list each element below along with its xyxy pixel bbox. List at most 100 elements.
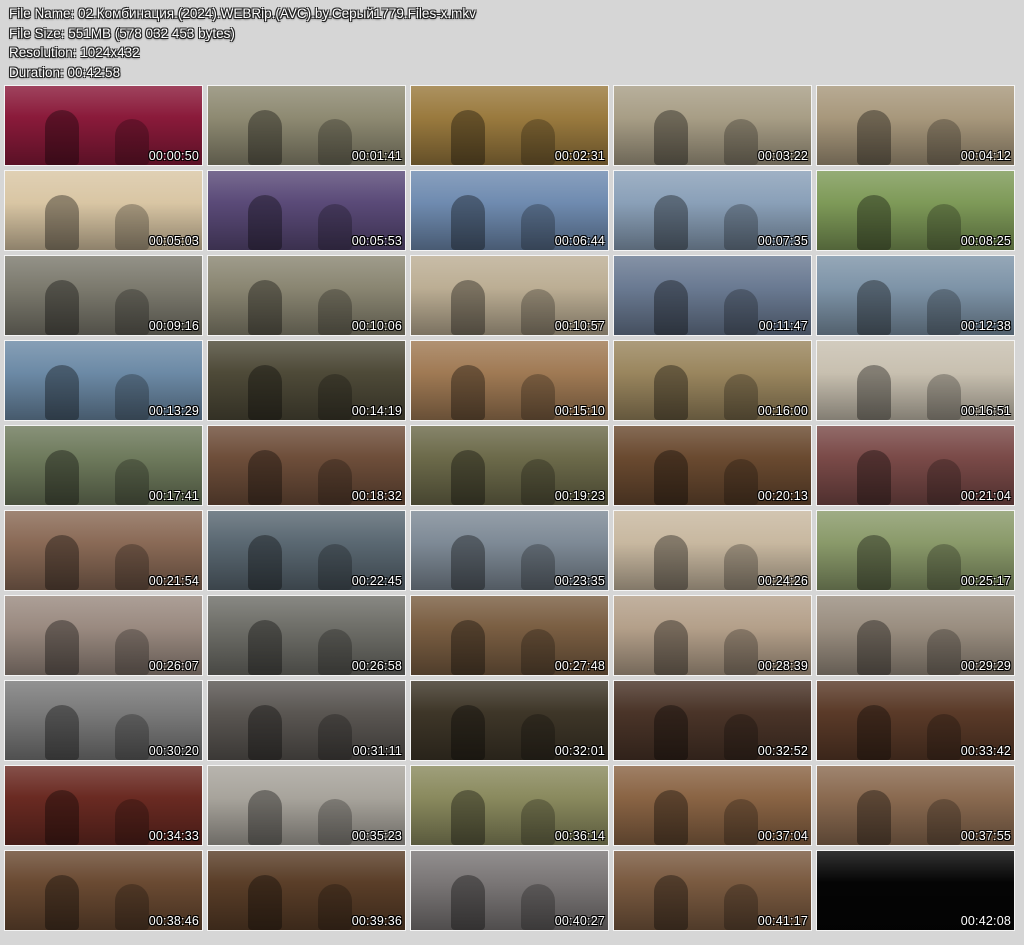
- thumbnail-figure-shape: [654, 705, 688, 760]
- thumbnail-timestamp: 00:15:10: [554, 404, 605, 418]
- video-thumbnail: 00:16:00: [613, 340, 812, 421]
- thumbnail-figure-shape: [248, 195, 282, 250]
- thumbnail-timestamp: 00:07:35: [757, 234, 808, 248]
- thumbnail-timestamp: 00:25:17: [960, 574, 1011, 588]
- video-thumbnail: 00:30:20: [4, 680, 203, 761]
- thumbnail-figure-shape: [451, 450, 485, 505]
- thumbnail-figure-shape: [724, 714, 758, 760]
- thumbnail-figure-shape: [45, 875, 79, 930]
- thumbnail-figure-shape: [45, 280, 79, 335]
- thumbnail-figure-shape: [521, 544, 555, 590]
- video-thumbnail: 00:06:44: [410, 170, 609, 251]
- thumbnail-figure-shape: [857, 195, 891, 250]
- video-thumbnail: 00:10:57: [410, 255, 609, 336]
- thumbnail-figure-shape: [45, 365, 79, 420]
- thumbnail-timestamp: 00:28:39: [757, 659, 808, 673]
- thumbnail-timestamp: 00:02:31: [554, 149, 605, 163]
- thumbnail-timestamp: 00:05:03: [148, 234, 199, 248]
- thumbnail-figure-shape: [248, 705, 282, 760]
- thumbnail-timestamp: 00:05:53: [351, 234, 402, 248]
- thumbnail-figure-shape: [654, 790, 688, 845]
- video-thumbnail: 00:19:23: [410, 425, 609, 506]
- thumbnail-figure-shape: [318, 714, 352, 760]
- thumbnail-figure-shape: [451, 195, 485, 250]
- video-thumbnail: 00:26:58: [207, 595, 406, 676]
- thumbnail-figure-shape: [451, 535, 485, 590]
- thumbnail-timestamp: 00:09:16: [148, 319, 199, 333]
- thumbnail-figure-shape: [724, 289, 758, 335]
- thumbnail-figure-shape: [724, 374, 758, 420]
- video-thumbnail: 00:05:03: [4, 170, 203, 251]
- video-thumbnail: 00:04:12: [816, 85, 1015, 166]
- thumbnail-figure-shape: [451, 365, 485, 420]
- video-thumbnail: 00:41:17: [613, 850, 812, 931]
- thumbnail-figure-shape: [248, 535, 282, 590]
- thumbnail-figure-shape: [724, 119, 758, 165]
- thumbnail-figure-shape: [521, 204, 555, 250]
- file-info-header: File Name: 02.Комбинация.(2024).WEBRip.(…: [9, 4, 476, 82]
- thumbnail-figure-shape: [857, 535, 891, 590]
- thumbnail-figure-shape: [115, 714, 149, 760]
- thumbnail-figure-shape: [654, 535, 688, 590]
- thumbnail-timestamp: 00:34:33: [148, 829, 199, 843]
- thumbnail-figure-shape: [115, 374, 149, 420]
- video-thumbnail: 00:09:16: [4, 255, 203, 336]
- video-thumbnail: 00:21:54: [4, 510, 203, 591]
- video-thumbnail: 00:40:27: [410, 850, 609, 931]
- thumbnail-figure-shape: [115, 799, 149, 845]
- thumbnail-figure-shape: [318, 459, 352, 505]
- thumbnail-timestamp: 00:20:13: [757, 489, 808, 503]
- thumbnail-figure-shape: [451, 790, 485, 845]
- thumbnail-timestamp: 00:32:01: [554, 744, 605, 758]
- thumbnail-figure-shape: [521, 799, 555, 845]
- thumbnail-figure-shape: [248, 450, 282, 505]
- thumbnail-figure-shape: [115, 204, 149, 250]
- video-thumbnail: 00:15:10: [410, 340, 609, 421]
- thumbnail-timestamp: 00:14:19: [351, 404, 402, 418]
- duration: Duration: 00:42:58: [9, 64, 121, 80]
- thumbnail-figure-shape: [654, 195, 688, 250]
- thumbnail-figure-shape: [724, 544, 758, 590]
- video-thumbnail: 00:24:26: [613, 510, 812, 591]
- thumbnail-timestamp: 00:36:14: [554, 829, 605, 843]
- thumbnail-figure-shape: [654, 620, 688, 675]
- video-thumbnail: 00:35:23: [207, 765, 406, 846]
- video-thumbnail: 00:02:31: [410, 85, 609, 166]
- thumbnail-timestamp: 00:11:47: [758, 319, 808, 333]
- resolution: Resolution: 1024x432: [9, 45, 140, 60]
- thumbnail-timestamp: 00:16:00: [757, 404, 808, 418]
- video-thumbnail: 00:32:01: [410, 680, 609, 761]
- video-thumbnail: 00:07:35: [613, 170, 812, 251]
- video-thumbnail: 00:27:48: [410, 595, 609, 676]
- video-thumbnail: 00:36:14: [410, 765, 609, 846]
- thumbnail-figure-shape: [115, 289, 149, 335]
- thumbnail-figure-shape: [521, 374, 555, 420]
- thumbnail-grid: 00:00:50 00:01:41 00:02:31 00:03:22 00:04:12…: [4, 85, 1015, 931]
- thumbnail-figure-shape: [927, 374, 961, 420]
- thumbnail-figure-shape: [45, 705, 79, 760]
- thumbnail-figure-shape: [857, 450, 891, 505]
- thumbnail-figure-shape: [248, 365, 282, 420]
- thumbnail-figure-shape: [451, 705, 485, 760]
- thumbnail-figure-shape: [248, 620, 282, 675]
- video-thumbnail: 00:22:45: [207, 510, 406, 591]
- thumbnail-figure-shape: [927, 799, 961, 845]
- thumbnail-timestamp: 00:03:22: [757, 149, 808, 163]
- thumbnail-figure-shape: [248, 790, 282, 845]
- thumbnail-timestamp: 00:31:11: [352, 744, 402, 758]
- thumbnail-timestamp: 00:10:57: [554, 319, 605, 333]
- video-thumbnail: 00:33:42: [816, 680, 1015, 761]
- video-thumbnail: 00:29:29: [816, 595, 1015, 676]
- thumbnail-figure-shape: [927, 629, 961, 675]
- thumbnail-timestamp: 00:18:32: [351, 489, 402, 503]
- video-thumbnail: 00:34:33: [4, 765, 203, 846]
- thumbnail-figure-shape: [724, 884, 758, 930]
- thumbnail-figure-shape: [115, 459, 149, 505]
- thumbnail-timestamp: 00:39:36: [351, 914, 402, 928]
- video-thumbnail: 00:37:55: [816, 765, 1015, 846]
- thumbnail-figure-shape: [318, 119, 352, 165]
- thumbnail-timestamp: 00:32:52: [757, 744, 808, 758]
- video-thumbnail: 00:38:46: [4, 850, 203, 931]
- thumbnail-figure-shape: [857, 790, 891, 845]
- thumbnail-figure-shape: [857, 110, 891, 165]
